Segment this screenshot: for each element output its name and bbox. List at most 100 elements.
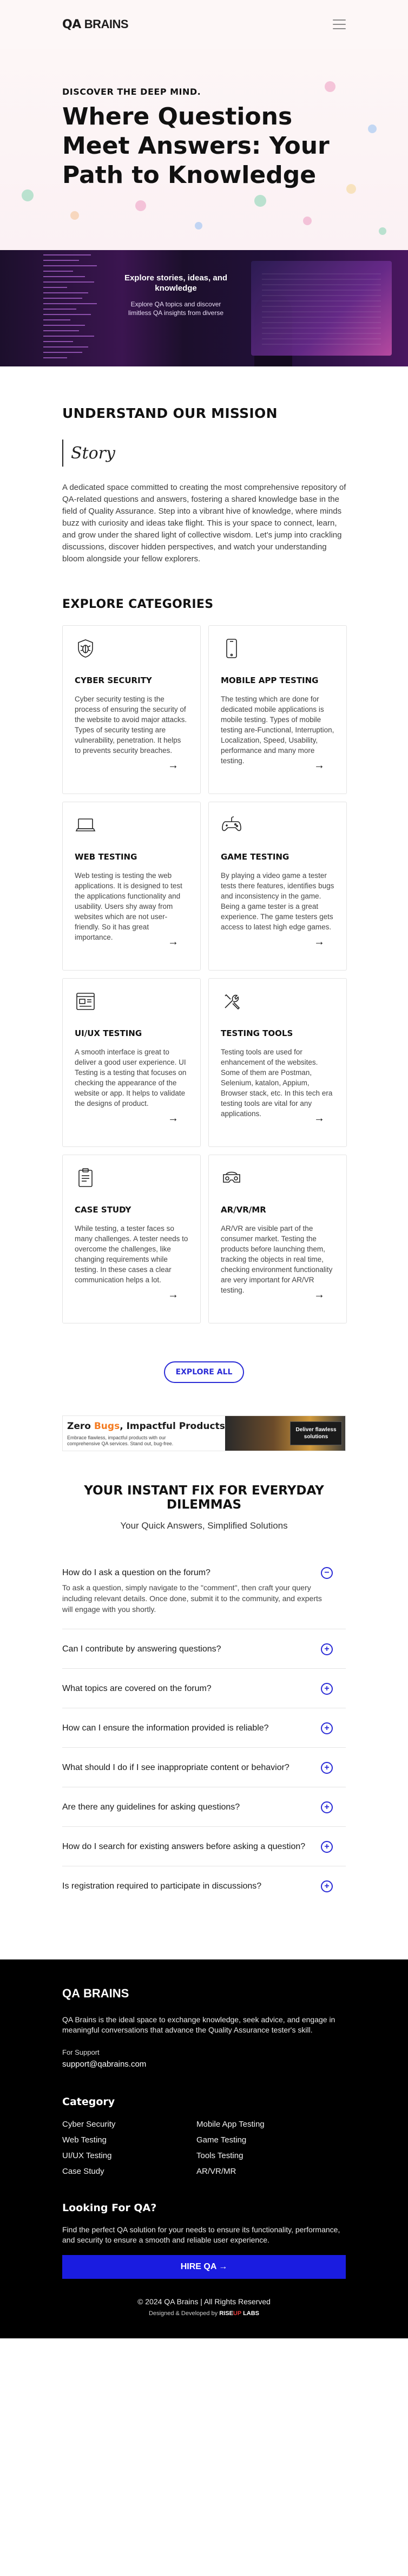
logo-mark: QA — [62, 17, 81, 31]
support-email-link[interactable]: support@qabrains.com — [62, 2060, 346, 2069]
mobile-phone-icon — [226, 639, 237, 658]
footer-category-link[interactable]: Tools Testing — [196, 2151, 331, 2160]
banner-subtitle: Explore QA topics and discover limitless… — [128, 300, 224, 317]
faq-question: How do I ask a question on the forum? — [62, 1568, 210, 1577]
brand-part: LABS — [241, 2310, 260, 2317]
brand-part: RISE — [219, 2310, 233, 2317]
hamburger-menu-icon[interactable] — [333, 19, 346, 29]
category-card-game-testing[interactable]: GAME TESTING By playing a video game a t… — [208, 802, 347, 971]
expand-icon[interactable]: + — [321, 1762, 333, 1774]
site-footer: QA BRAINS QA Brains is the ideal space t… — [0, 1959, 408, 2338]
arrow-right-icon[interactable]: → — [314, 936, 325, 948]
faq-item[interactable]: What topics are covered on the forum? + — [62, 1669, 346, 1708]
footer-category-link[interactable]: Cyber Security — [62, 2120, 196, 2129]
faq-answer: To ask a question, simply navigate to th… — [62, 1583, 322, 1614]
banner-overlay: Explore stories, ideas, and knowledge Ex… — [122, 273, 230, 317]
arrow-right-icon[interactable]: → — [314, 1112, 325, 1125]
category-title: TESTING TOOLS — [221, 1028, 293, 1038]
ui-window-icon — [76, 993, 95, 1010]
footer-category-link[interactable]: Case Study — [62, 2167, 196, 2176]
category-title: UI/UX TESTING — [75, 1028, 142, 1038]
designed-by-prefix: Designed & Developed by — [148, 2310, 220, 2317]
logo-text: BRAINS — [84, 17, 129, 31]
ad-title-suffix: , Impactful Products — [120, 1421, 225, 1432]
categories-title: EXPLORE CATEGORIES — [62, 598, 214, 611]
footer-description: QA Brains is the ideal space to exchange… — [62, 2015, 335, 2034]
category-desc: By playing a video game a tester tests t… — [221, 871, 334, 931]
category-card-mobile-app-testing[interactable]: MOBILE APP TESTING The testing which are… — [208, 625, 347, 794]
category-desc: While testing, a tester faces so many ch… — [75, 1224, 188, 1284]
footer-category-link[interactable]: UI/UX Testing — [62, 2151, 196, 2160]
arrow-right-icon[interactable]: → — [168, 936, 179, 948]
expand-icon[interactable]: + — [321, 1801, 333, 1813]
expand-icon[interactable]: + — [321, 1841, 333, 1853]
footer-logo[interactable]: QA BRAINS — [62, 1987, 346, 2001]
footer-category-link[interactable]: Mobile App Testing — [196, 2120, 331, 2129]
copyright: © 2024 QA Brains | All Rights Reserved — [137, 2297, 271, 2306]
site-header: QA BRAINS — [0, 0, 408, 49]
arrow-right-icon[interactable]: → — [314, 759, 325, 772]
category-card-ar-vr-mr[interactable]: AR/VR/MR AR/VR are visible part of the c… — [208, 1155, 347, 1323]
faq-item[interactable]: Is registration required to participate … — [62, 1866, 346, 1905]
arrow-right-icon[interactable]: → — [314, 1289, 325, 1301]
footer-category-title: Category — [62, 2096, 115, 2108]
category-card-testing-tools[interactable]: TESTING TOOLS Testing tools are used for… — [208, 978, 347, 1147]
faq-question: Are there any guidelines for asking ques… — [62, 1802, 240, 1812]
hero-section: DISCOVER THE DEEP MIND. Where Questions … — [0, 49, 408, 250]
category-title: MOBILE APP TESTING — [221, 676, 319, 685]
category-card-case-study[interactable]: CASE STUDY While testing, a tester faces… — [62, 1155, 201, 1323]
collapse-icon[interactable]: − — [321, 1567, 333, 1579]
ad-cta-button[interactable]: Deliver flawless solutions — [290, 1421, 342, 1445]
vr-headset-icon — [223, 1171, 240, 1183]
expand-icon[interactable]: + — [321, 1880, 333, 1892]
category-title: AR/VR/MR — [221, 1205, 266, 1215]
brand-part: UP — [233, 2310, 242, 2317]
faq-question: Is registration required to participate … — [62, 1882, 262, 1891]
hero-banner-image: Explore stories, ideas, and knowledge Ex… — [0, 250, 408, 366]
category-desc: A smooth interface is great to deliver a… — [75, 1048, 187, 1107]
security-bug-icon — [78, 639, 93, 658]
footer-category-link[interactable]: Game Testing — [196, 2135, 331, 2145]
category-card-web-testing[interactable]: WEB TESTING Web testing is testing the w… — [62, 802, 201, 971]
hero-eyebrow: DISCOVER THE DEEP MIND. — [62, 87, 201, 97]
ad-banner[interactable]: Zero Bugs, Impactful Products Embrace fl… — [62, 1415, 346, 1451]
expand-icon[interactable]: + — [321, 1683, 333, 1695]
designed-by: Designed & Developed by RISEUP LABS — [62, 2310, 346, 2317]
expand-icon[interactable]: + — [321, 1643, 333, 1655]
arrow-right-icon[interactable]: → — [168, 759, 179, 772]
category-card-ui-ux-testing[interactable]: UI/UX TESTING A smooth interface is grea… — [62, 978, 201, 1147]
faq-item[interactable]: How can I ensure the information provide… — [62, 1708, 346, 1748]
gamepad-icon — [222, 816, 241, 831]
faq-item[interactable]: How do I ask a question on the forum? To… — [62, 1559, 346, 1629]
site-logo[interactable]: QA BRAINS — [62, 17, 129, 31]
category-title: CYBER SECURITY — [75, 676, 152, 685]
arrow-right-icon[interactable]: → — [168, 1289, 179, 1301]
hire-qa-button[interactable]: HIRE QA → — [62, 2255, 346, 2279]
category-desc: Cyber security testing is the process of… — [75, 695, 187, 755]
faq-section: YOUR INSTANT FIX FOR EVERYDAY DILEMMAS Y… — [0, 1451, 408, 1905]
category-desc: Testing tools are used for enhancement o… — [221, 1048, 333, 1118]
expand-icon[interactable]: + — [321, 1722, 333, 1734]
footer-category-list: Cyber Security Mobile App Testing Web Te… — [62, 2120, 346, 2176]
page: QA BRAINS DISCOVER THE DEEP MIND. Where … — [0, 0, 408, 2338]
faq-item[interactable]: Are there any guidelines for asking ques… — [62, 1787, 346, 1827]
faq-list: How do I ask a question on the forum? To… — [62, 1559, 346, 1905]
footer-category-link[interactable]: AR/VR/MR — [196, 2167, 331, 2176]
mission-text: A dedicated space committed to creating … — [62, 483, 346, 563]
support-label: For Support — [62, 2048, 100, 2056]
footer-category-link[interactable]: Web Testing — [62, 2135, 196, 2145]
faq-item[interactable]: Can I contribute by answering questions?… — [62, 1629, 346, 1669]
ad-title-highlight: Bugs — [94, 1421, 120, 1432]
category-title: GAME TESTING — [221, 852, 289, 862]
arrow-right-icon[interactable]: → — [168, 1112, 179, 1125]
riseup-labs-link[interactable]: RISEUP LABS — [219, 2310, 259, 2317]
category-desc: AR/VR are visible part of the consumer m… — [221, 1224, 333, 1294]
explore-all-button[interactable]: EXPLORE ALL — [163, 1361, 245, 1383]
category-card-cyber-security[interactable]: CYBER SECURITY Cyber security testing is… — [62, 625, 201, 794]
explore-all-wrap: EXPLORE ALL — [62, 1361, 346, 1383]
mission-section: UNDERSTAND OUR MISSION Story A dedicated… — [0, 366, 408, 598]
faq-item[interactable]: What should I do if I see inappropriate … — [62, 1748, 346, 1787]
story-signature: Story — [62, 440, 346, 467]
ad-title: Zero Bugs, Impactful Products — [67, 1421, 225, 1432]
faq-item[interactable]: How do I search for existing answers bef… — [62, 1827, 346, 1866]
